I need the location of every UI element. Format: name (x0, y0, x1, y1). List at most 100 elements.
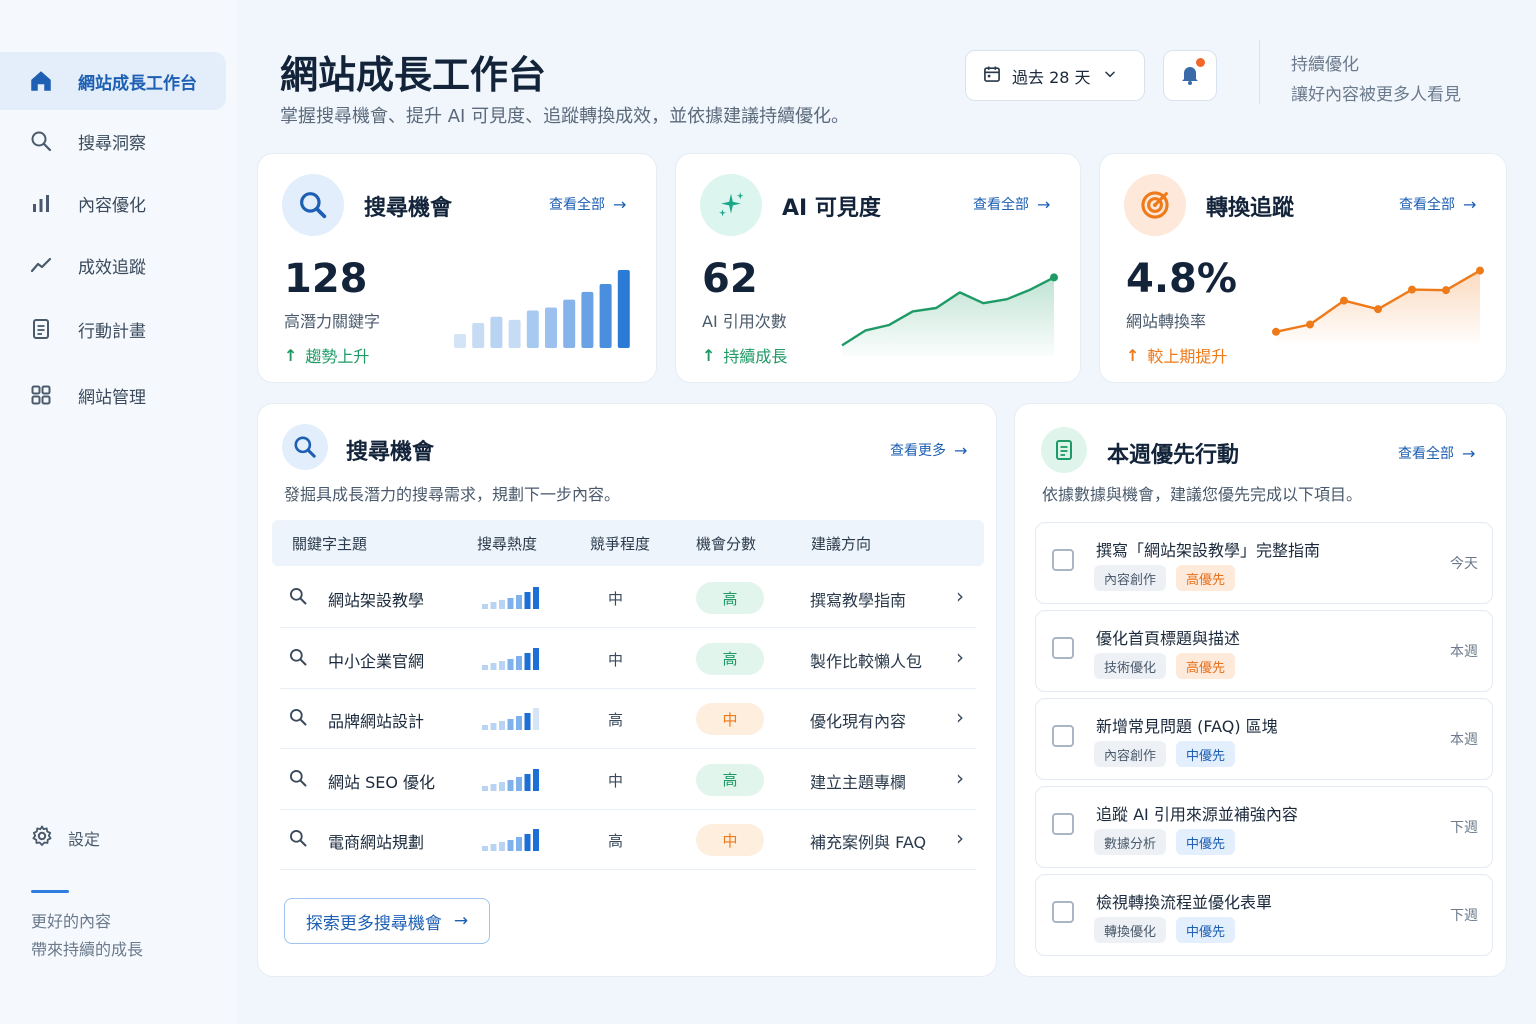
task-title: 撰寫「網站架設教學」完整指南 (1096, 541, 1321, 560)
kpi-line-area (842, 277, 1054, 356)
search-heat-bars (482, 829, 539, 851)
chevron-right-icon[interactable]: › (956, 705, 964, 729)
search-heat-bars (482, 587, 539, 609)
explore-more-button[interactable]: 探索更多搜尋機會 → (284, 898, 490, 944)
task-priority-tag: 中優先 (1176, 741, 1236, 767)
task-tags: 內容創作 高優先 (1094, 565, 1245, 591)
kpi-line-point (1476, 266, 1484, 275)
settings-link[interactable]: 設定 (30, 824, 100, 852)
sidebar-item-performance-tracking[interactable]: 成效追蹤 (0, 236, 226, 294)
kpi-bar (581, 291, 594, 348)
chevron-right-icon[interactable]: › (956, 645, 964, 669)
sidebar-item-site-management[interactable]: 網站管理 (0, 366, 226, 424)
heat-bar (516, 655, 522, 670)
competition-cell: 中 (608, 771, 624, 790)
view-all-link[interactable]: 查看全部 → (1399, 194, 1476, 214)
sidebar-item-label: 網站管理 (78, 387, 146, 408)
heat-bar (482, 846, 488, 851)
search-icon-handle (299, 597, 307, 605)
kpi-title: 搜尋機會 (364, 196, 453, 221)
sidebar-item-label: 行動計畫 (78, 321, 146, 342)
task-due: 下週 (1450, 820, 1478, 836)
search-icon (288, 707, 308, 731)
heat-bar (533, 708, 539, 730)
search-icon-glyph (290, 588, 307, 605)
table-row[interactable]: 網站 SEO 優化 中 高 建立主題專欄 › (280, 750, 976, 810)
task-checkbox[interactable] (1052, 549, 1074, 571)
bar-chart-icon (28, 190, 54, 216)
task-priority-tag: 高優先 (1176, 565, 1236, 591)
search-icon-handle (299, 658, 307, 665)
heat-bar (507, 598, 514, 609)
heat-bar (507, 840, 514, 851)
table-row[interactable]: 網站架設教學 中 高 撰寫教學指南 › (280, 568, 976, 628)
heat-bar (482, 604, 488, 609)
heat-bar (499, 721, 505, 730)
task-checkbox[interactable] (1052, 637, 1074, 659)
trend-line-icon (28, 252, 54, 278)
view-all-link[interactable]: 查看全部 → (973, 194, 1050, 214)
table-row[interactable]: 電商網站規劃 高 中 補充案例與 FAQ › (280, 810, 976, 870)
gear-icon (30, 824, 54, 852)
sidebar-item-label: 內容優化 (78, 195, 146, 216)
kpi-value: 4.8% (1126, 256, 1237, 302)
sidebar-item-action-plan[interactable]: 行動計畫 (0, 300, 226, 358)
kpi-bar (563, 299, 576, 348)
notifications-button[interactable] (1163, 50, 1217, 101)
tagline-line-2: 帶來持續的成長 (31, 940, 144, 959)
kpi-bar (490, 316, 503, 348)
sidebar-item-content-optimization[interactable]: 內容優化 (0, 174, 226, 232)
competition-cell: 中 (608, 590, 624, 608)
view-all-label: 查看全部 (1399, 197, 1455, 213)
kpi-trend: ↑ 較上期提升 (1126, 343, 1227, 367)
keyword-cell: 中小企業官網 (328, 651, 425, 671)
view-all-link[interactable]: 查看全部 → (549, 194, 626, 214)
sidebar-item-label: 網站成長工作台 (78, 73, 197, 94)
keyword-cell: 電商網站規劃 (328, 833, 425, 852)
chevron-right-icon[interactable]: › (956, 766, 964, 790)
search-heat-bars (482, 708, 539, 730)
kpi-trend: ↑ 持續成長 (702, 343, 787, 367)
suggestion-cell: 撰寫教學指南 (810, 591, 907, 610)
date-range-select[interactable]: 過去 28 天 (965, 50, 1145, 101)
suggestion-cell: 補充案例與 FAQ (810, 833, 927, 852)
kpi-trend: ↑ 趨勢上升 (284, 343, 369, 367)
table-header: 關鍵字主題 搜尋熱度 競爭程度 機會分數 建議方向 (272, 520, 984, 566)
kpi-trend-label: 持續成長 (723, 347, 788, 366)
view-more-link[interactable]: 查看更多 → (890, 440, 967, 460)
view-all-link[interactable]: 查看全部 → (1398, 443, 1475, 463)
arrow-right-icon: → (1037, 194, 1051, 214)
table-row[interactable]: 中小企業官網 中 高 製作比較懶人包 › (280, 629, 976, 689)
kpi-bar (472, 323, 485, 348)
view-more-label: 查看更多 (890, 443, 946, 459)
task-checkbox[interactable] (1052, 725, 1074, 747)
chevron-right-icon[interactable]: › (956, 826, 964, 850)
task-checkbox[interactable] (1052, 813, 1074, 835)
task-category-tag: 轉換優化 (1094, 917, 1167, 943)
kpi-value: 62 (702, 256, 758, 302)
table-row[interactable]: 品牌網站設計 高 中 優化現有內容 › (280, 689, 976, 749)
heat-bar (507, 779, 514, 791)
arrow-right-icon: → (453, 911, 469, 931)
kpi-trend-label: 趨勢上升 (305, 347, 370, 366)
sidebar-item-growth-workspace[interactable]: 網站成長工作台 (0, 52, 226, 110)
kpi-line-point (1272, 327, 1280, 336)
search-icon-glyph (290, 769, 307, 786)
sidebar-item-search-insights[interactable]: 搜尋洞察 (0, 112, 226, 170)
heat-bar (490, 783, 497, 791)
heat-bar (533, 647, 539, 670)
arrow-up-icon: ↑ (1126, 345, 1140, 365)
section-description: 發掘具成長潛力的搜尋需求，規劃下一步內容。 (284, 485, 621, 504)
task-category-tag: 數據分析 (1094, 829, 1167, 855)
heat-bar (516, 837, 522, 851)
header-note-line-2: 讓好內容被更多人看見 (1291, 85, 1461, 105)
task-checkbox[interactable] (1052, 901, 1074, 923)
kpi-label: 高潛力關鍵字 (284, 312, 381, 331)
competition-cell: 高 (608, 711, 624, 729)
kpi-line-point (1408, 285, 1416, 294)
chevron-right-icon[interactable]: › (956, 584, 964, 608)
search-icon (288, 586, 308, 610)
search-icon (28, 128, 54, 154)
tagline-accent (31, 890, 69, 893)
heat-bar (507, 719, 514, 730)
